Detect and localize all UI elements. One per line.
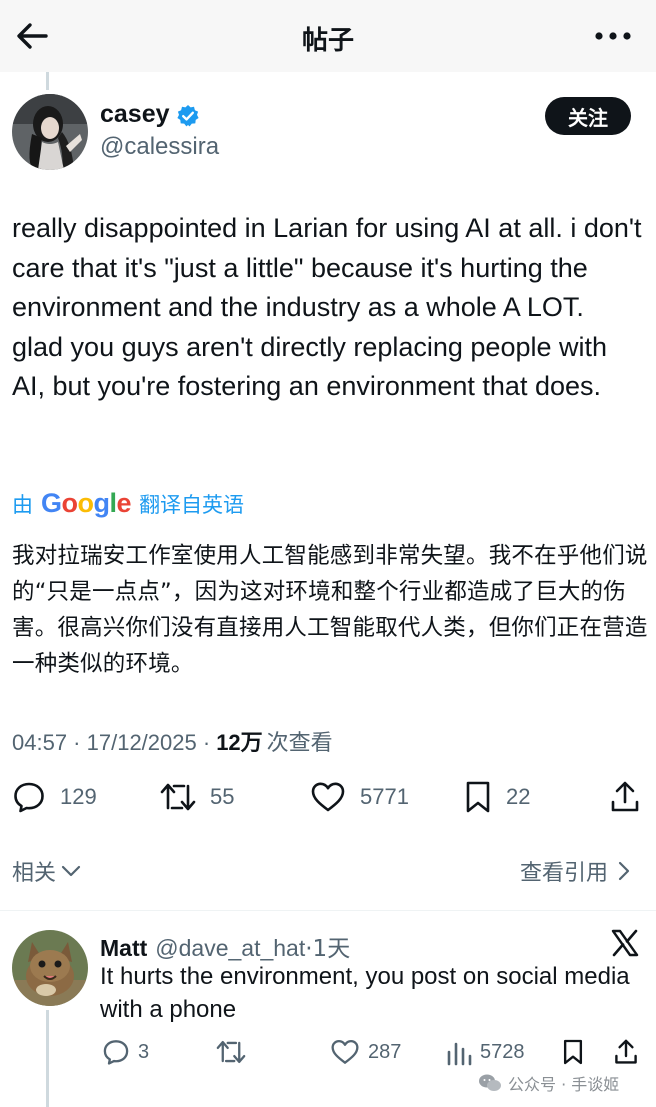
reply-author-name[interactable]: Matt	[100, 935, 147, 962]
author-handle[interactable]: @calessira	[100, 133, 219, 161]
views-label: 次查看	[266, 731, 333, 756]
reply-bookmark-action[interactable]	[562, 1038, 592, 1066]
like-count: 5771	[360, 784, 409, 809]
reply-views-count: 5728	[480, 1040, 525, 1063]
reply-icon	[103, 1040, 129, 1065]
view-quotes-link[interactable]: 查看引用	[520, 855, 634, 887]
share-button[interactable]	[610, 780, 654, 814]
views-count: 12万	[216, 730, 263, 755]
reply-author-handle[interactable]: @dave_at_hat	[155, 935, 305, 962]
thread-line	[46, 72, 49, 90]
wechat-icon	[479, 1074, 501, 1091]
heart-icon	[311, 782, 345, 812]
reply-reply-count: 3	[138, 1040, 150, 1063]
tweet-time[interactable]: 04:57	[12, 730, 67, 756]
bookmark-count: 22	[506, 784, 531, 809]
analytics-icon	[447, 1042, 472, 1066]
reply-time[interactable]: ·1天	[305, 929, 350, 963]
chevron-down-icon	[61, 865, 81, 877]
reply-reply-action[interactable]: 3	[102, 1038, 149, 1066]
reply-share-button[interactable]	[614, 1038, 646, 1066]
reply-retweet-action[interactable]	[216, 1038, 254, 1066]
bookmark-action[interactable]: 22	[464, 780, 530, 814]
translated-text: 我对拉瑞安工作室使用人工智能感到非常失望。我不在乎他们说的“只是一点点”，因为这…	[12, 543, 648, 677]
reply-count: 129	[60, 784, 97, 809]
translated-from-label: 翻译自英语	[139, 492, 245, 517]
reply-like-count: 287	[368, 1040, 402, 1063]
follow-button[interactable]: 关注	[545, 97, 631, 135]
like-action[interactable]: 5771	[310, 780, 409, 814]
share-icon	[611, 781, 639, 812]
more-icon	[595, 32, 631, 40]
verified-badge-icon	[176, 104, 200, 128]
related-toggle[interactable]: 相关	[12, 855, 82, 887]
tweet-text: really disappointed in Larian for using …	[12, 213, 642, 401]
reply-text: It hurts the environment, you post on so…	[100, 963, 630, 1023]
bookmark-icon	[563, 1039, 583, 1065]
watermark-text: 公众号 · 手谈姬	[508, 1075, 620, 1094]
bookmark-icon	[466, 781, 490, 813]
meta-separator: ·	[67, 730, 87, 755]
heart-icon	[331, 1039, 359, 1064]
translated-by-prefix: 由	[12, 492, 33, 517]
share-icon	[615, 1039, 637, 1064]
reply-views-action[interactable]: 5728	[446, 1038, 525, 1066]
related-label: 相关	[12, 861, 57, 886]
reply-action-bar: 3 287 5728	[0, 1038, 656, 1070]
reply-like-action[interactable]: 287	[330, 1038, 401, 1066]
tweet-meta: 04:57 · 17/12/2025 · 12万 次查看	[12, 725, 333, 757]
avatar[interactable]	[12, 94, 88, 170]
reply-icon	[14, 782, 44, 813]
more-button[interactable]	[590, 18, 636, 54]
retweet-action[interactable]: 55	[160, 780, 234, 814]
view-quotes-label: 查看引用	[520, 861, 609, 886]
divider	[0, 910, 656, 911]
google-logo: Google	[41, 488, 132, 518]
reply-avatar[interactable]	[12, 930, 88, 1006]
retweet-icon	[160, 783, 196, 811]
reply-header: Matt @dave_at_hat ·1天	[100, 929, 350, 963]
x-logo-icon[interactable]	[610, 928, 640, 958]
page-title: 帖子	[301, 26, 354, 56]
translation-attribution[interactable]: 由 Google 翻译自英语	[12, 488, 244, 519]
action-bar: 129 55 5771 22	[0, 780, 656, 820]
watermark: 公众号 · 手谈姬	[478, 1071, 619, 1095]
chevron-right-icon	[618, 861, 630, 881]
reply-action[interactable]: 129	[12, 780, 97, 814]
retweet-count: 55	[210, 784, 235, 809]
tweet-date[interactable]: 17/12/2025	[87, 730, 197, 756]
author-name[interactable]: casey	[100, 100, 170, 129]
meta-separator: ·	[196, 730, 211, 755]
retweet-icon	[216, 1040, 246, 1064]
